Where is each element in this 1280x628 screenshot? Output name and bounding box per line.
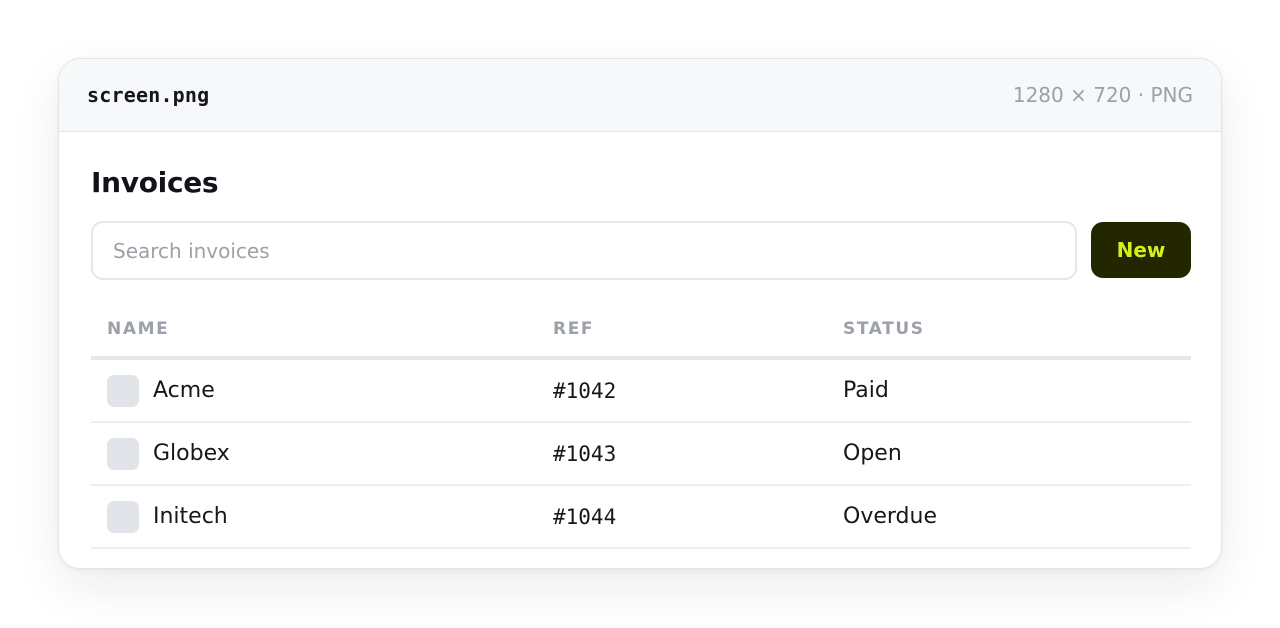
invoices-table: NAME REF STATUS Acme #1042 Paid Globex #…	[91, 302, 1191, 549]
file-meta: 1280 × 720 · PNG	[1012, 83, 1193, 107]
invoice-status: Overdue	[843, 504, 937, 529]
name-cell: Acme	[91, 374, 537, 407]
invoice-name: Initech	[153, 504, 228, 529]
frame-header: screen.png 1280 × 720 · PNG	[59, 59, 1221, 132]
column-header-status: STATUS	[843, 319, 925, 339]
invoice-name: Acme	[153, 378, 215, 403]
page-title: Invoices	[91, 166, 219, 199]
table-row: Globex #1043 Open	[91, 423, 1191, 486]
header-row: NAME REF STATUS	[91, 302, 1191, 360]
invoice-ref: #1042	[553, 378, 617, 403]
new-button[interactable]: New	[1091, 222, 1191, 278]
invoice-name: Globex	[153, 441, 230, 466]
screenshot-frame: screen.png 1280 × 720 · PNG Invoices New…	[58, 58, 1222, 569]
invoice-ref: #1044	[553, 504, 617, 529]
name-cell: Globex	[91, 437, 537, 470]
column-header-name: NAME	[107, 319, 170, 339]
row-checkbox[interactable]	[107, 437, 139, 470]
column-header-ref: REF	[553, 319, 595, 339]
invoice-status: Paid	[843, 378, 889, 403]
search-input[interactable]	[91, 221, 1077, 280]
invoice-status: Open	[843, 441, 902, 466]
table-row: Acme #1042 Paid	[91, 360, 1191, 423]
file-name: screen.png	[87, 83, 210, 107]
row-checkbox[interactable]	[107, 374, 139, 407]
invoice-ref: #1043	[553, 441, 617, 466]
name-cell: Initech	[91, 500, 537, 533]
table-row: Initech #1044 Overdue	[91, 486, 1191, 549]
row-checkbox[interactable]	[107, 500, 139, 533]
table-header: NAME REF STATUS Acme #1042 Paid Globex #…	[91, 302, 1191, 549]
